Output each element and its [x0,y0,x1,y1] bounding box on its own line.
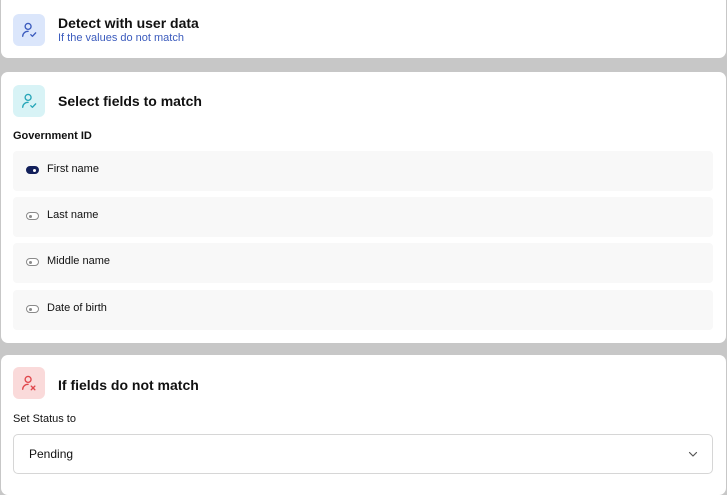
status-select-value: Pending [29,447,74,461]
user-check-icon [13,85,45,117]
first-name-toggle[interactable] [26,166,39,174]
card-title: Detect with user data [58,15,199,31]
field-label: Last name [47,209,99,221]
select-fields-card: Select fields to match Government ID Fir… [1,72,726,343]
government-id-label: Government ID [13,130,92,142]
last-name-toggle[interactable] [26,212,39,220]
user-x-icon [13,367,45,399]
status-select[interactable]: Pending [13,434,713,474]
field-row-middle-name: Middle name [13,243,713,283]
fields-mismatch-card: If fields do not match Set Status to Pen… [1,355,726,495]
field-label: Middle name [47,255,110,267]
detect-user-data-card: Detect with user data If the values do n… [1,0,726,58]
card-subtitle: If the values do not match [58,32,184,44]
set-status-label: Set Status to [13,413,76,425]
field-label: First name [47,163,99,175]
user-check-icon [13,14,45,46]
field-row-date-of-birth: Date of birth [13,290,713,330]
field-row-last-name: Last name [13,197,713,237]
date-of-birth-toggle[interactable] [26,305,39,313]
chevron-down-icon [688,451,698,457]
card-title: Select fields to match [58,93,202,109]
middle-name-toggle[interactable] [26,258,39,266]
field-row-first-name: First name [13,151,713,191]
field-label: Date of birth [47,302,107,314]
card-title: If fields do not match [58,377,199,393]
